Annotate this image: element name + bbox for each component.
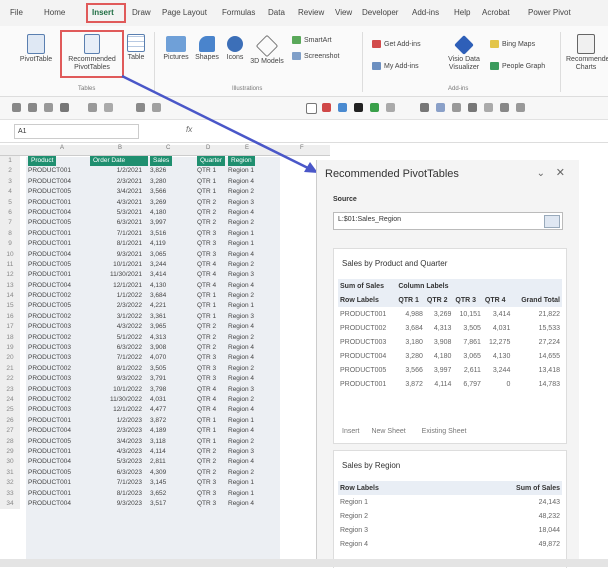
torn-edge (0, 559, 608, 567)
pivot-cell: 3,269 (433, 310, 452, 318)
pivot-cell: 3,244 (492, 366, 511, 374)
pivot-row: PRODUCT003 3,180 3,908 7,861 12,275 27,224 (338, 335, 562, 349)
grand-total-header: Grand Total (521, 296, 560, 304)
close-icon[interactable]: ✕ (556, 166, 565, 179)
quarter-header: QTR 4 (484, 296, 506, 304)
source-range-input[interactable]: L:$01:Sales_Region (333, 212, 563, 230)
pivot-cell: Region 2 (340, 512, 369, 520)
pivot-cell: 6,797 (463, 380, 481, 388)
column-labels: Column Labels (398, 282, 449, 290)
pivot-row: Region 4 49,872 (338, 537, 562, 551)
insert-button[interactable]: Insert (342, 428, 360, 435)
pivot-row: PRODUCT005 3,566 3,997 2,611 3,244 13,418 (338, 363, 562, 377)
pivot-row: PRODUCT004 3,280 4,180 3,065 4,130 14,655 (338, 349, 562, 363)
pivot-cell: 15,533 (538, 324, 560, 332)
pivot-cell: 4,180 (433, 352, 452, 360)
pivot-cell: 3,505 (463, 324, 481, 332)
pivot-preview-body: PRODUCT001 4,988 3,269 10,151 3,414 21,822 PRO… (338, 307, 562, 391)
recommended-pivottables-pane: Recommended PivotTables ⌄ ✕ Source L:$01… (316, 160, 579, 568)
pivot-preview-body: Region 1 24,143 Region 2 48,232 Region 3 18,0… (338, 495, 562, 551)
pivot-cell: 49,872 (538, 540, 560, 548)
pivot-cell: 3,065 (463, 352, 481, 360)
pivot-preview-table: Sum of Sales Column Labels Row Labels QT… (338, 279, 562, 391)
pivot-cell: 13,418 (538, 366, 560, 374)
quarter-header: QTR 1 (398, 296, 419, 304)
row-labels: Row Labels (340, 296, 379, 304)
pivot-cell: 3,997 (433, 366, 452, 374)
pivot-cell: PRODUCT002 (340, 324, 387, 332)
existing-sheet-option[interactable]: Existing Sheet (422, 428, 467, 435)
pivot-cell: 7,861 (463, 338, 481, 346)
pivot-cell: 27,224 (538, 338, 560, 346)
pivot-preview-table: Row Labels Sum of Sales Region 1 24,143 Re… (338, 481, 562, 551)
pivot-cell: PRODUCT004 (340, 352, 387, 360)
pivot-cell: 10,151 (459, 310, 481, 318)
pivot-row: Region 1 24,143 (338, 495, 562, 509)
pivot-cell: 14,783 (538, 380, 560, 388)
pivot-cell: 2,611 (463, 366, 481, 374)
pivot-cell: 3,414 (492, 310, 511, 318)
pivot-row: PRODUCT001 4,988 3,269 10,151 3,414 21,822 (338, 307, 562, 321)
pivot-cell: 3,684 (405, 324, 423, 332)
pivot-row: Region 3 18,044 (338, 523, 562, 537)
pivot-cell: 48,232 (538, 512, 560, 520)
pivot-cell: 3,280 (405, 352, 423, 360)
pivot-row: PRODUCT002 3,684 4,313 3,505 4,031 15,533 (338, 321, 562, 335)
pivot-cell: Region 1 (340, 498, 369, 506)
pivot-cell: 14,655 (538, 352, 560, 360)
pivot-cell: 3,566 (405, 366, 423, 374)
pivot-cell: 3,180 (405, 338, 423, 346)
pivot-cell: 12,275 (488, 338, 511, 346)
pivot-cell: 3,908 (433, 338, 452, 346)
pivot-cell: PRODUCT003 (340, 338, 387, 346)
pane-title: Recommended PivotTables (325, 168, 459, 180)
insert-options: Insert New Sheet Existing Sheet (342, 428, 466, 435)
pivot-card-region[interactable]: Sales by Region Row Labels Sum of Sales … (333, 450, 567, 568)
pivot-row: Region 2 48,232 (338, 509, 562, 523)
chevron-down-icon[interactable]: ⌄ (537, 168, 545, 179)
row-labels: Row Labels (340, 484, 379, 492)
pivot-cell: 4,130 (492, 352, 511, 360)
pivot-card-product-quarter[interactable]: Sales by Product and Quarter Sum of Sale… (333, 248, 567, 444)
pivot-cell: 4,031 (492, 324, 511, 332)
source-range-value: L:$01:Sales_Region (338, 216, 402, 223)
pivot-cell: PRODUCT001 (340, 380, 387, 388)
pivot-cell: 0 (506, 380, 511, 388)
pivot-cell: 24,143 (538, 498, 560, 506)
new-sheet-option[interactable]: New Sheet (371, 428, 405, 435)
pivot-cell: 4,313 (433, 324, 452, 332)
pivot-cell: PRODUCT001 (340, 310, 387, 318)
pivot-cell: 3,872 (405, 380, 423, 388)
pivot-cell: 21,822 (538, 310, 560, 318)
pivot-cell: PRODUCT005 (340, 366, 387, 374)
pivot-cell: Region 4 (340, 540, 369, 548)
pivot-cell: 18,044 (538, 526, 560, 534)
collapse-range-icon[interactable] (544, 215, 560, 228)
quarter-header: QTR 2 (426, 296, 448, 304)
pivot-cell: 4,988 (405, 310, 423, 318)
source-label: Source (333, 196, 357, 203)
pivot-card-title: Sales by Product and Quarter (342, 259, 448, 268)
value-label: Sum of Sales (340, 282, 384, 290)
pivot-cell: Region 3 (340, 526, 369, 534)
pivot-row: PRODUCT001 3,872 4,114 6,797 0 14,783 (338, 377, 562, 391)
pivot-card-title: Sales by Region (342, 461, 401, 470)
quarter-header: QTR 3 (455, 296, 477, 304)
value-label: Sum of Sales (516, 484, 560, 492)
pivot-cell: 4,114 (434, 380, 452, 388)
